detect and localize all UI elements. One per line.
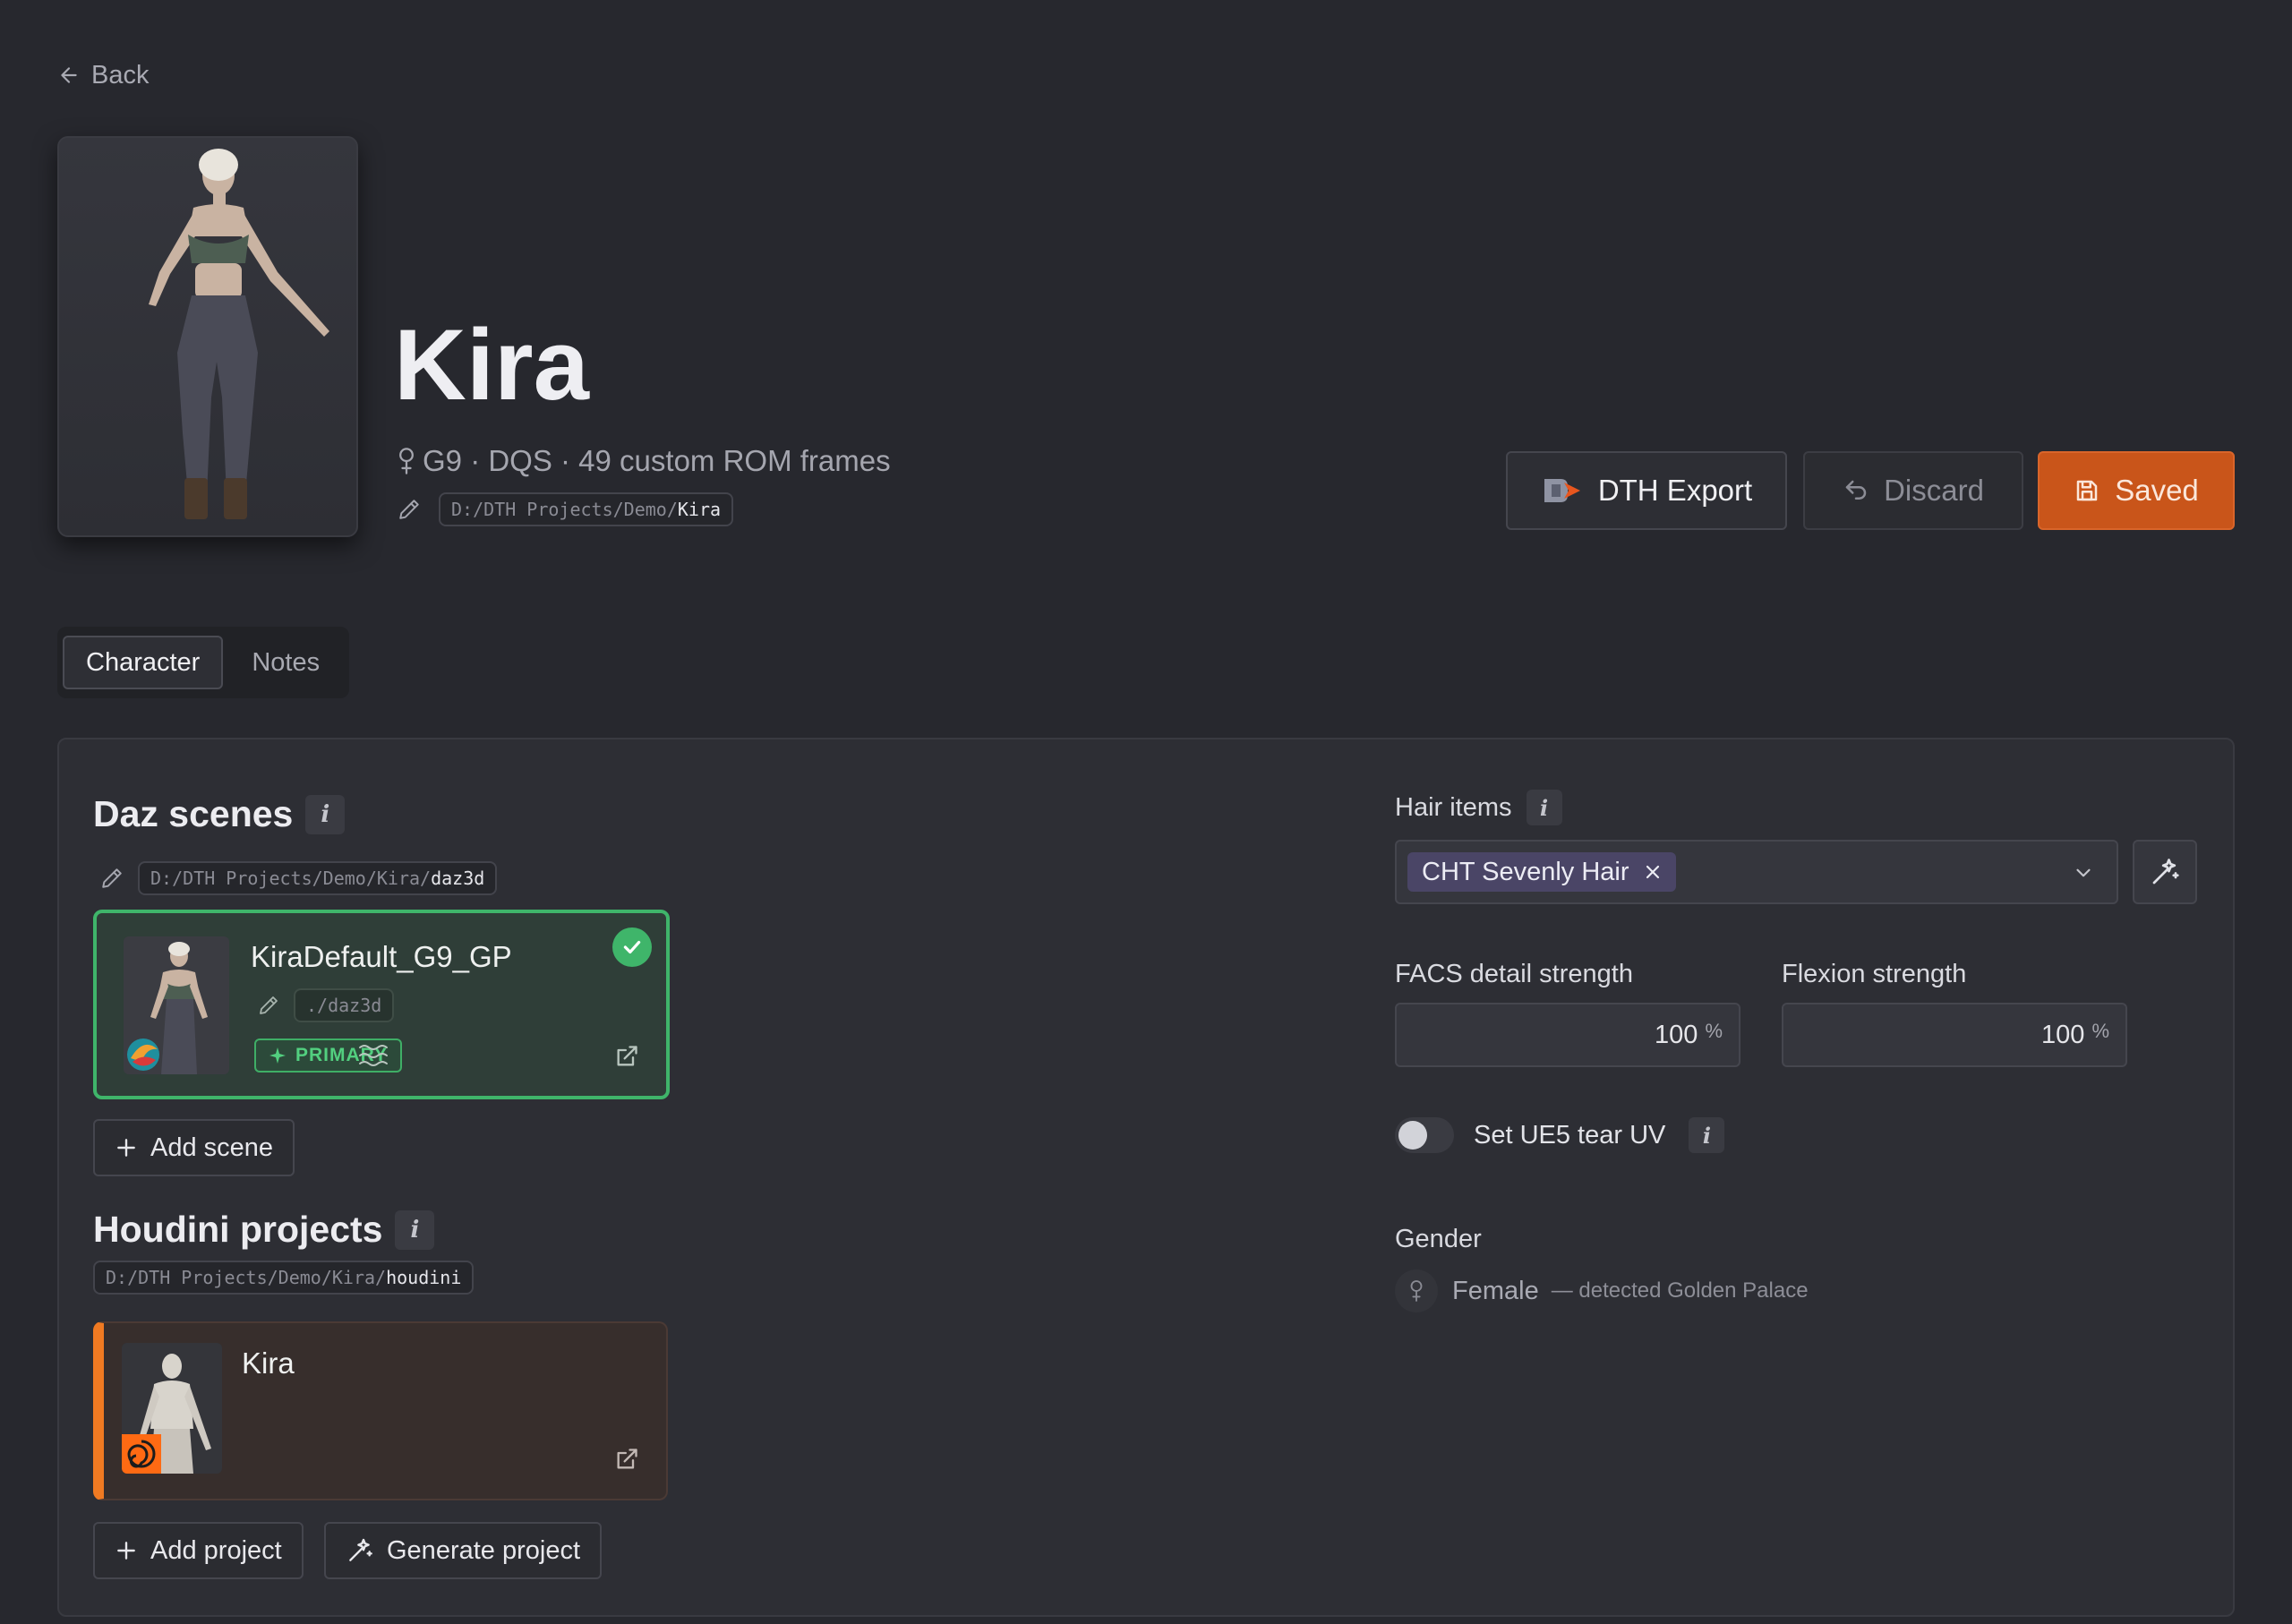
scene-path-row: ./daz3d <box>258 988 395 1022</box>
add-scene-label: Add scene <box>150 1133 274 1162</box>
discard-button[interactable]: Discard <box>1803 451 2023 530</box>
arrow-left-icon <box>57 64 81 87</box>
pencil-icon[interactable] <box>100 867 124 890</box>
back-label: Back <box>91 60 150 90</box>
close-icon[interactable] <box>1644 863 1662 881</box>
female-icon <box>394 446 419 476</box>
pencil-icon[interactable] <box>398 498 421 521</box>
dth-export-label: DTH Export <box>1597 474 1753 507</box>
houdini-projects-heading: Houdini projects i <box>93 1209 435 1251</box>
tear-uv-row: Set UE5 tear UV i <box>1474 1117 1725 1153</box>
info-icon[interactable]: i <box>395 1209 435 1250</box>
hair-items-select[interactable]: CHT Sevenly Hair <box>1395 840 2118 904</box>
generate-project-button[interactable]: Generate project <box>324 1522 603 1579</box>
gender-row: Female — detected Golden Palace <box>1395 1269 1809 1312</box>
tear-uv-toggle[interactable] <box>1395 1117 1454 1153</box>
tab-notes[interactable]: Notes <box>230 636 341 689</box>
houdini-projects-title: Houdini projects <box>93 1209 383 1250</box>
daz-scenes-title: Daz scenes <box>93 793 294 834</box>
info-icon[interactable]: i <box>1526 790 1562 825</box>
flexion-strength-input[interactable]: 100 % <box>1782 1003 2127 1067</box>
magic-wand-icon <box>2149 856 2181 888</box>
character-meta: G9 · DQS · 49 custom ROM frames <box>394 444 891 478</box>
project-name: Kira <box>242 1346 295 1380</box>
dth-logo-icon <box>1541 475 1584 506</box>
facs-label: FACS detail strength <box>1395 960 1633 988</box>
plus-icon <box>115 1539 138 1562</box>
meta-text: G9 · DQS · 49 custom ROM frames <box>423 444 891 477</box>
check-icon <box>612 927 652 967</box>
save-icon <box>2074 477 2100 504</box>
chevron-down-icon[interactable] <box>2072 861 2095 885</box>
flexion-label: Flexion strength <box>1782 960 1967 988</box>
scene-card[interactable]: KiraDefault_G9_GP ./daz3d PRIMARY <box>93 910 670 1099</box>
add-project-label: Add project <box>150 1535 282 1565</box>
daz-logo-icon <box>124 1035 163 1074</box>
saved-label: Saved <box>2115 474 2199 507</box>
external-link-icon[interactable] <box>614 1044 639 1069</box>
gender-value: Female <box>1452 1276 1539 1305</box>
facs-unit: % <box>1705 1020 1723 1042</box>
waves-icon[interactable] <box>358 1042 389 1069</box>
hair-items-label: Hair items <box>1395 792 1512 822</box>
discard-label: Discard <box>1884 474 1984 507</box>
auto-detect-hair-button[interactable] <box>2133 840 2197 904</box>
facs-strength-input[interactable]: 100 % <box>1395 1003 1740 1067</box>
back-link[interactable]: Back <box>57 57 149 93</box>
plus-icon <box>115 1136 138 1159</box>
character-path-row: D:/DTH Projects/Demo/Kira <box>398 492 734 526</box>
undo-icon <box>1843 477 1869 504</box>
character-path[interactable]: D:/DTH Projects/Demo/Kira <box>439 492 734 526</box>
magic-wand-icon <box>346 1536 374 1565</box>
sparkle-icon <box>269 1047 286 1064</box>
tab-character[interactable]: Character <box>63 636 224 689</box>
houdini-path-row: D:/DTH Projects/Demo/Kira/houdini <box>93 1261 475 1295</box>
houdini-logo-icon <box>122 1434 161 1474</box>
female-icon <box>1395 1269 1438 1312</box>
gender-note: — detected Golden Palace <box>1551 1278 1809 1303</box>
hair-tag: CHT Sevenly Hair <box>1407 852 1676 892</box>
hair-tag-label: CHT Sevenly Hair <box>1422 857 1629 886</box>
daz-scenes-heading: Daz scenes i <box>93 793 346 835</box>
facs-value: 100 <box>1655 1020 1698 1049</box>
dth-export-button[interactable]: DTH Export <box>1506 451 1787 530</box>
daz-path[interactable]: D:/DTH Projects/Demo/Kira/daz3d <box>138 861 498 895</box>
flexion-unit: % <box>2091 1020 2109 1042</box>
info-icon[interactable]: i <box>1689 1117 1725 1153</box>
houdini-project-card[interactable]: Kira <box>93 1321 668 1500</box>
generate-project-label: Generate project <box>387 1535 581 1565</box>
toggle-knob <box>1398 1121 1427 1150</box>
character-name: Kira <box>394 309 589 421</box>
hair-items-heading: Hair items i <box>1395 790 1562 825</box>
flexion-value: 100 <box>2041 1020 2085 1049</box>
add-project-button[interactable]: Add project <box>93 1522 304 1579</box>
scene-path[interactable]: ./daz3d <box>294 988 395 1022</box>
scene-thumbnail <box>124 936 229 1074</box>
saved-button[interactable]: Saved <box>2038 451 2235 530</box>
gender-label: Gender <box>1395 1225 1482 1253</box>
character-portrait <box>57 136 358 537</box>
tear-uv-label: Set UE5 tear UV <box>1474 1120 1666 1150</box>
add-scene-button[interactable]: Add scene <box>93 1119 295 1176</box>
scene-name: KiraDefault_G9_GP <box>251 940 512 973</box>
info-icon[interactable]: i <box>305 794 346 834</box>
tab-bar: Character Notes <box>57 627 349 698</box>
project-thumbnail <box>122 1343 222 1474</box>
houdini-path[interactable]: D:/DTH Projects/Demo/Kira/houdini <box>93 1261 475 1295</box>
external-link-icon[interactable] <box>614 1447 639 1472</box>
pencil-icon[interactable] <box>258 995 279 1016</box>
daz-path-row: D:/DTH Projects/Demo/Kira/daz3d <box>100 861 498 895</box>
